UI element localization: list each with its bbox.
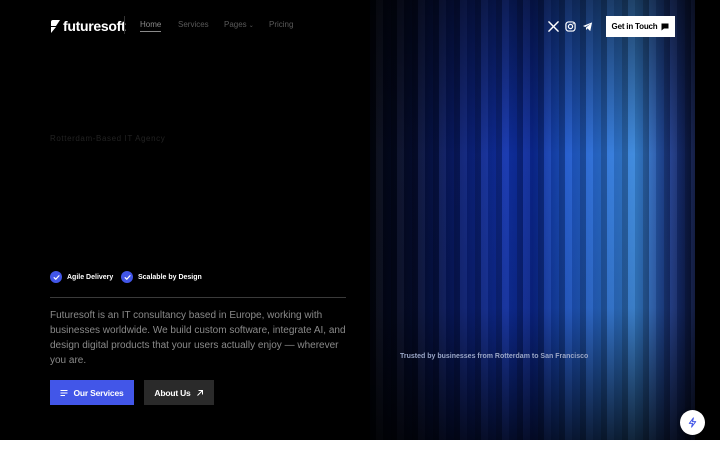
floating-action-button[interactable]	[680, 410, 705, 435]
about-us-button[interactable]: About Us	[144, 380, 214, 405]
get-in-touch-label: Get in Touch	[611, 22, 658, 31]
lightning-icon	[688, 417, 697, 428]
hero-left-panel	[0, 0, 370, 440]
nav-item-services[interactable]: Services	[178, 20, 209, 29]
about-us-label: About Us	[154, 387, 191, 398]
nav-item-home[interactable]: Home	[140, 20, 162, 32]
header-divider	[124, 16, 125, 34]
our-services-label: Our Services	[73, 387, 124, 398]
hero-visual-fade	[370, 0, 695, 440]
hero-kicker: Rotterdam-Based IT Agency	[50, 134, 166, 143]
logo[interactable]: futuresoft	[50, 17, 126, 35]
feature-label: Scalable by Design	[138, 273, 202, 281]
x-icon[interactable]	[547, 20, 559, 32]
nav-item-pricing[interactable]: Pricing	[269, 20, 293, 29]
arrow-up-right-icon	[196, 389, 203, 396]
telegram-icon[interactable]	[581, 20, 593, 32]
hero-description: Futuresoft is an IT consultancy based in…	[50, 310, 346, 366]
feature-scalable-by-design: Scalable by Design	[121, 271, 202, 283]
chat-icon	[661, 23, 669, 30]
menu-icon	[60, 389, 68, 396]
our-services-button[interactable]: Our Services	[50, 380, 134, 405]
site-header: futuresoft Home Services Pages ⌄ Pricing …	[0, 0, 720, 52]
page: futuresoft Home Services Pages ⌄ Pricing …	[0, 0, 720, 450]
instagram-icon[interactable]	[564, 20, 576, 32]
nav-item-pages-label: Pages	[224, 20, 247, 29]
check-icon	[121, 271, 133, 283]
hero-divider	[50, 297, 346, 298]
logo-text: futuresoft	[63, 18, 126, 34]
check-icon	[50, 271, 62, 283]
chevron-down-icon: ⌄	[248, 23, 254, 29]
feature-agile-delivery: Agile Delivery	[50, 271, 113, 283]
hero-section: futuresoft Home Services Pages ⌄ Pricing …	[0, 0, 720, 440]
trusted-text: Trusted by businesses from Rotterdam to …	[400, 353, 589, 360]
logo-mark-icon	[51, 19, 60, 33]
get-in-touch-button[interactable]: Get in Touch	[606, 16, 675, 37]
hero-right-edge	[695, 0, 720, 440]
feature-label: Agile Delivery	[67, 273, 114, 281]
hero-visual	[370, 0, 695, 440]
nav-item-pages[interactable]: Pages ⌄	[224, 20, 254, 29]
